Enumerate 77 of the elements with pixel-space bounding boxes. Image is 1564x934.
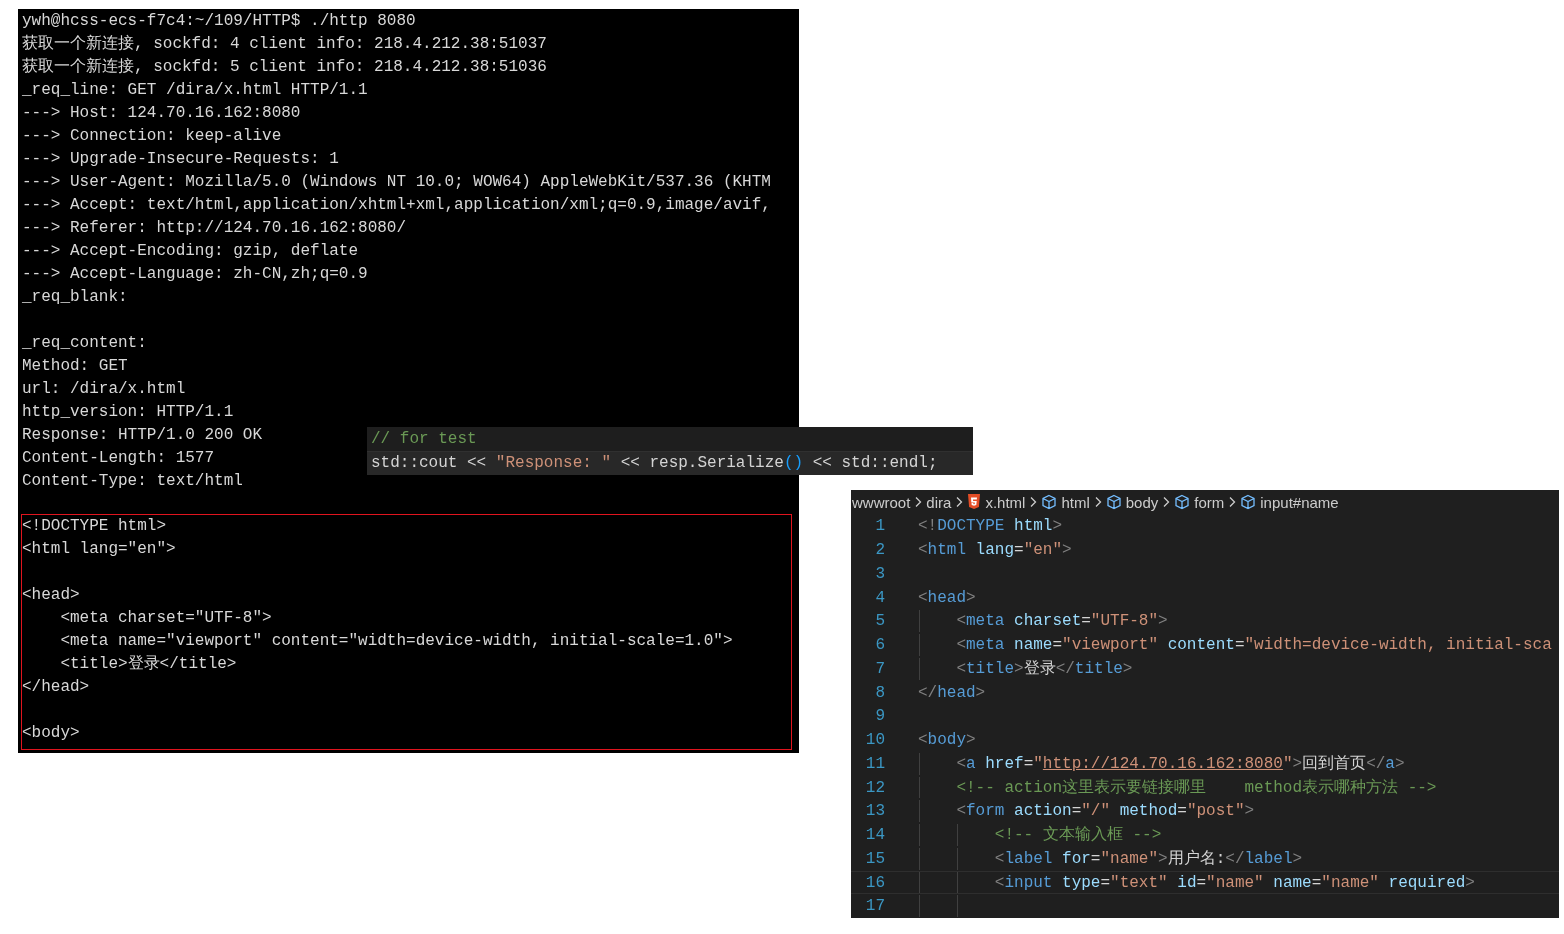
code-line: <meta name="viewport" content="width=device-width, initial-sca: [955, 635, 1552, 656]
terminal-line: ---> Upgrade-Insecure-Requests: 1: [22, 149, 339, 170]
line-number: 9: [874, 706, 885, 727]
terminal-line: 获取一个新连接, sockfd: 4 client info: 218.4.212.38:51037: [22, 33, 547, 55]
terminal-line: ---> Accept: text/html,application/xhtml+xml,application/xml;q=0.9,image/avif,: [22, 195, 771, 216]
line-number: 11: [864, 753, 885, 775]
line-number: 8: [874, 682, 885, 704]
cube-icon: [1174, 494, 1191, 511]
terminal-line: 获取一个新连接, sockfd: 5 client info: 218.4.212.38:51036: [22, 56, 547, 78]
terminal-line: <head>: [22, 585, 80, 606]
terminal-line: <html lang="en">: [22, 539, 176, 560]
line-number: 16: [864, 872, 885, 894]
breadcrumb-item[interactable]: x.html: [985, 493, 1026, 511]
terminal-line: ---> Referer: http://124.70.16.162:8080/: [22, 218, 407, 239]
terminal-line: ---> Connection: keep-alive: [22, 126, 282, 147]
terminal-line: ---> Accept-Encoding: gzip, deflate: [22, 241, 359, 262]
line-number: 2: [874, 540, 885, 561]
chevron-icon: [955, 496, 964, 509]
code-line: <!-- 文本输入框 -->: [993, 824, 1162, 846]
cube-icon: [1105, 494, 1122, 511]
terminal-line: <title>登录</title>: [59, 654, 237, 675]
line-number: 10: [864, 730, 885, 751]
line-number: 13: [864, 801, 885, 822]
code-line: <meta charset="UTF-8">: [955, 611, 1168, 632]
code-line: </head>: [918, 682, 986, 704]
html5-icon: [967, 494, 982, 511]
line-number: 5: [874, 611, 885, 632]
line-number: 17: [864, 896, 885, 917]
terminal-line: Content-Type: text/html: [22, 471, 243, 492]
terminal-line: <meta charset="UTF-8">: [59, 608, 272, 629]
code-line: <label for="name">用户名:</label>: [993, 848, 1303, 870]
terminal-line: Response: HTTP/1.0 200 OK: [22, 425, 263, 446]
breadcrumb-item[interactable]: html: [1061, 493, 1090, 511]
code-line: <body>: [918, 730, 976, 751]
terminal-line: http_version: HTTP/1.1: [22, 402, 234, 423]
terminal-line: Method: GET: [22, 356, 128, 377]
breadcrumb-item[interactable]: wwwroot: [852, 493, 911, 511]
terminal-line: _req_line: GET /dira/x.html HTTP/1.1: [22, 80, 368, 101]
terminal-line: _req_blank:: [22, 287, 128, 308]
terminal-line: <!DOCTYPE html>: [22, 516, 167, 537]
code-line: <head>: [918, 587, 976, 609]
code-line: <html lang="en">: [918, 540, 1072, 561]
code-line: <!DOCTYPE html>: [918, 516, 1063, 537]
chevron-icon: [1162, 496, 1171, 509]
line-number: 1: [874, 516, 885, 537]
chevron-icon: [914, 496, 923, 509]
breadcrumb-item[interactable]: body: [1125, 493, 1159, 511]
terminal-line: ---> Accept-Language: zh-CN,zh;q=0.9: [22, 264, 368, 285]
breadcrumb-item[interactable]: form: [1194, 493, 1225, 511]
terminal-line: </head>: [22, 677, 90, 698]
line-number: 14: [864, 825, 885, 846]
terminal-line: ywh@hcss-ecs-f7c4:~/109/HTTP$ ./http 8080: [22, 11, 416, 32]
line-number: 7: [874, 658, 885, 680]
code-line: <form action="/" method="post">: [955, 801, 1255, 822]
code-line: <title>登录</title>: [955, 658, 1133, 680]
code-line: <a href="http://124.70.16.162:8080">回到首页</a>: [955, 753, 1405, 775]
terminal-line: ---> User-Agent: Mozilla/5.0 (Windows NT 10.0; WOW64) AppleWebKit/537.36 (KHTM: [22, 172, 771, 193]
code-line: <!-- action这里表示要链接哪里 method表示哪种方法 -->: [955, 777, 1437, 799]
cube-icon: [1041, 494, 1058, 511]
cube-icon: [1240, 494, 1257, 511]
terminal-line: <body>: [22, 723, 80, 744]
line-number: 6: [874, 635, 885, 656]
terminal-line: Content-Length: 1577: [22, 448, 215, 469]
breadcrumb-item[interactable]: input#name: [1260, 493, 1339, 511]
chevron-icon: [1029, 496, 1038, 509]
terminal-line: <meta name="viewport" content="width=device-width, initial-scale=1.0">: [59, 631, 733, 652]
line-number: 3: [874, 563, 885, 585]
terminal-line: url: /dira/x.html: [22, 379, 186, 400]
terminal-line: ---> Host: 124.70.16.162:8080: [22, 103, 301, 124]
breadcrumb-item[interactable]: dira: [926, 493, 952, 511]
chevron-icon: [1228, 496, 1237, 509]
chevron-icon: [1093, 496, 1102, 509]
line-number: 12: [864, 777, 885, 799]
line-number: 15: [864, 848, 885, 870]
line-number: 4: [874, 587, 885, 609]
code-line: <input type="text" id="name" name="name" required>: [993, 872, 1475, 894]
terminal-line: _req_content:: [22, 333, 147, 354]
